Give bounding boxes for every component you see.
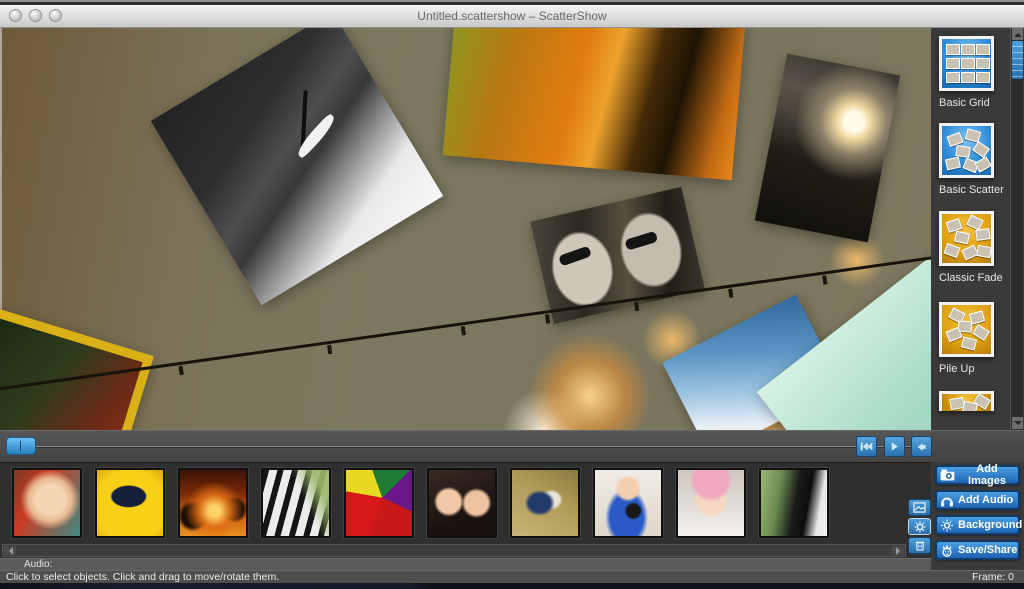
- add-images-button[interactable]: Add Images: [935, 465, 1020, 485]
- thumbnail-woman-camera[interactable]: [593, 468, 663, 538]
- headphones-icon: [940, 494, 954, 507]
- template-pile-up[interactable]: Pile Up: [939, 302, 994, 375]
- scroll-left-arrow[interactable]: [4, 546, 16, 555]
- template-label: Pile Up: [939, 363, 994, 375]
- template-partial[interactable]: [939, 391, 994, 411]
- thumbnail-wedding-kiss[interactable]: [759, 468, 829, 538]
- background-image-button[interactable]: [908, 499, 931, 516]
- audio-bar: Audio:: [0, 558, 931, 570]
- minimize-button[interactable]: [29, 9, 42, 22]
- background-button[interactable]: Background: [935, 515, 1020, 535]
- save-share-label: Background: [958, 519, 1022, 531]
- skip-to-start-icon: [860, 441, 873, 452]
- template-thumbnail: [939, 211, 994, 266]
- template-scrollbar[interactable]: [1010, 28, 1023, 430]
- thumbnail-two-women[interactable]: [427, 468, 497, 538]
- play-icon: [889, 441, 900, 452]
- template-thumbnail: [939, 36, 994, 91]
- mute-button[interactable]: [911, 436, 932, 457]
- tray-mini-buttons: [908, 499, 931, 554]
- add-audio-button[interactable]: Add Audio: [935, 490, 1020, 510]
- thumbnail-child[interactable]: [12, 468, 82, 538]
- light-bulb: [179, 366, 184, 375]
- thumbnail-sunflower[interactable]: [95, 468, 165, 538]
- timeline-bar: [0, 430, 931, 462]
- speaker-icon: [916, 441, 928, 453]
- sunglasses-detail: [624, 231, 658, 251]
- sun-icon: [940, 519, 954, 532]
- action-button-panel: Add Images Add Audio Background Save/Sha…: [931, 462, 1024, 570]
- tray-horizontal-scrollbar[interactable]: [2, 544, 906, 557]
- image-tray: [0, 462, 931, 558]
- skip-to-start-button[interactable]: [856, 436, 877, 457]
- status-hint: Click to select objects. Click and drag …: [6, 571, 279, 583]
- template-classic-fade[interactable]: Classic Fade: [939, 211, 1003, 284]
- scrollbar-thumb[interactable]: [1012, 41, 1023, 79]
- play-button[interactable]: [884, 436, 905, 457]
- thumbnail-couple-grass[interactable]: [510, 468, 580, 538]
- canvas-photo-sunset[interactable]: [755, 54, 900, 243]
- gear-icon: [914, 521, 926, 533]
- status-bar: Click to select objects. Click and drag …: [0, 570, 1024, 583]
- light-bulb: [728, 288, 733, 297]
- window-controls: [9, 9, 62, 22]
- thumbnail-kite[interactable]: [344, 468, 414, 538]
- right-panel-gap: [931, 430, 1024, 462]
- delete-button[interactable]: [908, 537, 931, 554]
- light-bulb: [461, 326, 466, 335]
- preview-canvas[interactable]: [0, 28, 931, 430]
- add-images-label: Add Images: [959, 463, 1015, 487]
- thumbnail-party[interactable]: [178, 468, 248, 538]
- zoom-button[interactable]: [49, 9, 62, 22]
- frame-counter: Frame: 0: [972, 571, 1014, 583]
- template-basic-grid[interactable]: Basic Grid: [939, 36, 994, 109]
- timeline-scrubber-handle[interactable]: [6, 437, 36, 455]
- template-basic-scatter[interactable]: Basic Scatter: [939, 123, 1004, 196]
- titlebar: Untitled.scattershow – ScatterShow: [0, 5, 1024, 28]
- save-share-button[interactable]: Save/Share: [935, 540, 1020, 560]
- scattershow-window: Untitled.scattershow – ScatterShow: [0, 0, 1024, 589]
- close-button[interactable]: [9, 9, 22, 22]
- window-title: Untitled.scattershow – ScatterShow: [417, 9, 606, 23]
- template-label: Basic Grid: [939, 97, 994, 109]
- scroll-down-arrow[interactable]: [1012, 417, 1023, 429]
- template-thumbnail: [939, 302, 994, 357]
- light-bulb: [327, 345, 332, 354]
- timeline-track[interactable]: [6, 446, 927, 447]
- template-panel: Basic Grid Basic Scatter: [931, 28, 1024, 430]
- template-thumbnail: [939, 391, 994, 411]
- template-label: Basic Scatter: [939, 184, 1004, 196]
- template-label: Classic Fade: [939, 272, 1003, 284]
- canvas-photo-bird[interactable]: [151, 28, 443, 305]
- scroll-right-arrow[interactable]: [892, 546, 904, 555]
- desktop-strip: [0, 583, 1024, 589]
- thumbnail-baby[interactable]: [676, 468, 746, 538]
- add-audio-label: Add Audio: [958, 494, 1013, 506]
- audio-label: Audio:: [24, 559, 52, 570]
- thumbnail-strip: [12, 468, 829, 538]
- settings-button[interactable]: [908, 518, 931, 535]
- camera-icon: [940, 469, 955, 481]
- crown-face-icon: [940, 544, 954, 557]
- trash-icon: [915, 540, 925, 551]
- light-bulb: [545, 314, 550, 323]
- scroll-up-arrow[interactable]: [1012, 28, 1023, 40]
- thumbnail-zebra[interactable]: [261, 468, 331, 538]
- background-label: Save/Share: [958, 544, 1017, 556]
- canvas-photo-autumn[interactable]: [443, 28, 748, 180]
- template-thumbnail: [939, 123, 994, 178]
- image-icon: [913, 502, 926, 513]
- sunglasses-detail: [558, 246, 592, 267]
- light-bulb: [822, 275, 827, 284]
